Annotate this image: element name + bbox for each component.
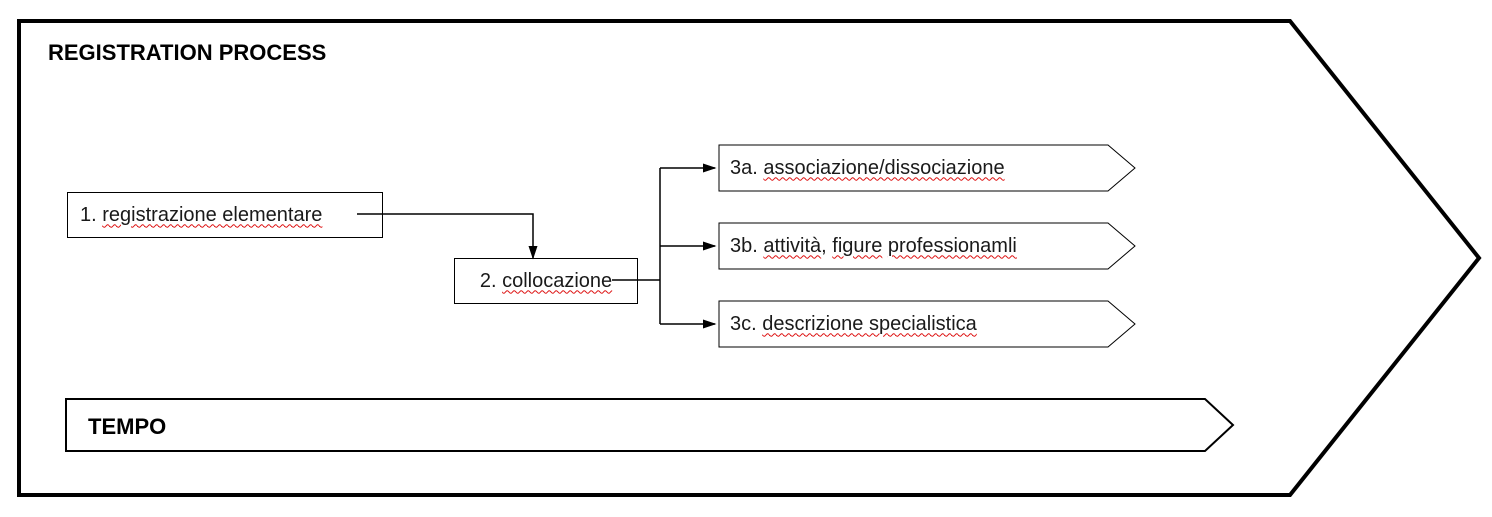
step-3c-label-wrap: 3c. descrizione specialistica xyxy=(718,300,1122,348)
step-3a-label: 3a. associazione/dissociazione xyxy=(730,157,1005,180)
diagram-title: REGISTRATION PROCESS xyxy=(48,40,326,66)
step-2-label: 2. collocazione xyxy=(480,270,612,293)
step-1-label: 1. registrazione elementare xyxy=(80,204,322,227)
step-3b-label: 3b. attività, figure professionamli xyxy=(730,235,1017,258)
tempo-label: TEMPO xyxy=(88,414,166,440)
step-3c-label: 3c. descrizione specialistica xyxy=(730,313,977,336)
step-3b-label-wrap: 3b. attività, figure professionamli xyxy=(718,222,1122,270)
diagram-canvas: REGISTRATION PROCESS 1. registrazione el… xyxy=(0,0,1492,517)
tempo-arrow xyxy=(65,398,1235,453)
step-3a-label-wrap: 3a. associazione/dissociazione xyxy=(718,144,1122,192)
box-step-2: 2. collocazione xyxy=(454,258,638,304)
box-step-1: 1. registrazione elementare xyxy=(67,192,383,238)
